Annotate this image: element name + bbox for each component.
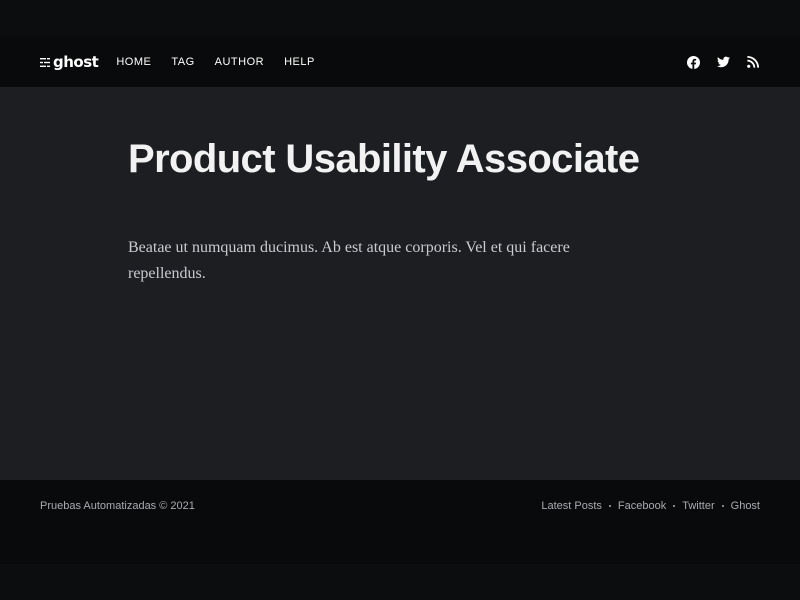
site-footer: Pruebas Automatizadas © 2021 Latest Post… <box>0 480 800 564</box>
top-strip <box>0 0 800 37</box>
page: ghost HOME TAG AUTHOR HELP Product Usabi… <box>0 0 800 600</box>
copyright-text: Pruebas Automatizadas © 2021 <box>40 500 195 512</box>
facebook-icon[interactable] <box>686 55 700 69</box>
footer-link-twitter[interactable]: Twitter <box>682 500 714 512</box>
article-body: Beatae ut numquam ducimus. Ab est atque … <box>128 239 570 282</box>
social-links <box>686 55 760 69</box>
nav-item-help[interactable]: HELP <box>284 56 315 68</box>
separator-dot <box>673 505 676 507</box>
separator-dot <box>721 505 724 507</box>
article-title: Product Usability Associate <box>128 137 640 181</box>
main-nav: HOME TAG AUTHOR HELP <box>116 56 335 68</box>
logo-text: ghost <box>53 53 99 71</box>
nav-item-author[interactable]: AUTHOR <box>215 56 264 68</box>
bottom-strip <box>0 564 800 600</box>
footer-link-facebook[interactable]: Facebook <box>618 500 666 512</box>
separator-dot <box>608 505 611 507</box>
nav-item-tag[interactable]: TAG <box>171 56 194 68</box>
footer-link-latest-posts[interactable]: Latest Posts <box>541 500 602 512</box>
rss-icon[interactable] <box>746 55 760 69</box>
main-content: Product Usability Associate Beatae ut nu… <box>0 87 800 480</box>
site-logo[interactable]: ghost <box>40 53 99 71</box>
ghost-logo-icon <box>40 57 50 67</box>
footer-link-ghost[interactable]: Ghost <box>731 500 760 512</box>
footer-nav: Latest Posts Facebook Twitter Ghost <box>541 500 760 512</box>
nav-item-home[interactable]: HOME <box>116 56 151 68</box>
site-header: ghost HOME TAG AUTHOR HELP <box>0 37 800 87</box>
twitter-icon[interactable] <box>716 55 730 69</box>
